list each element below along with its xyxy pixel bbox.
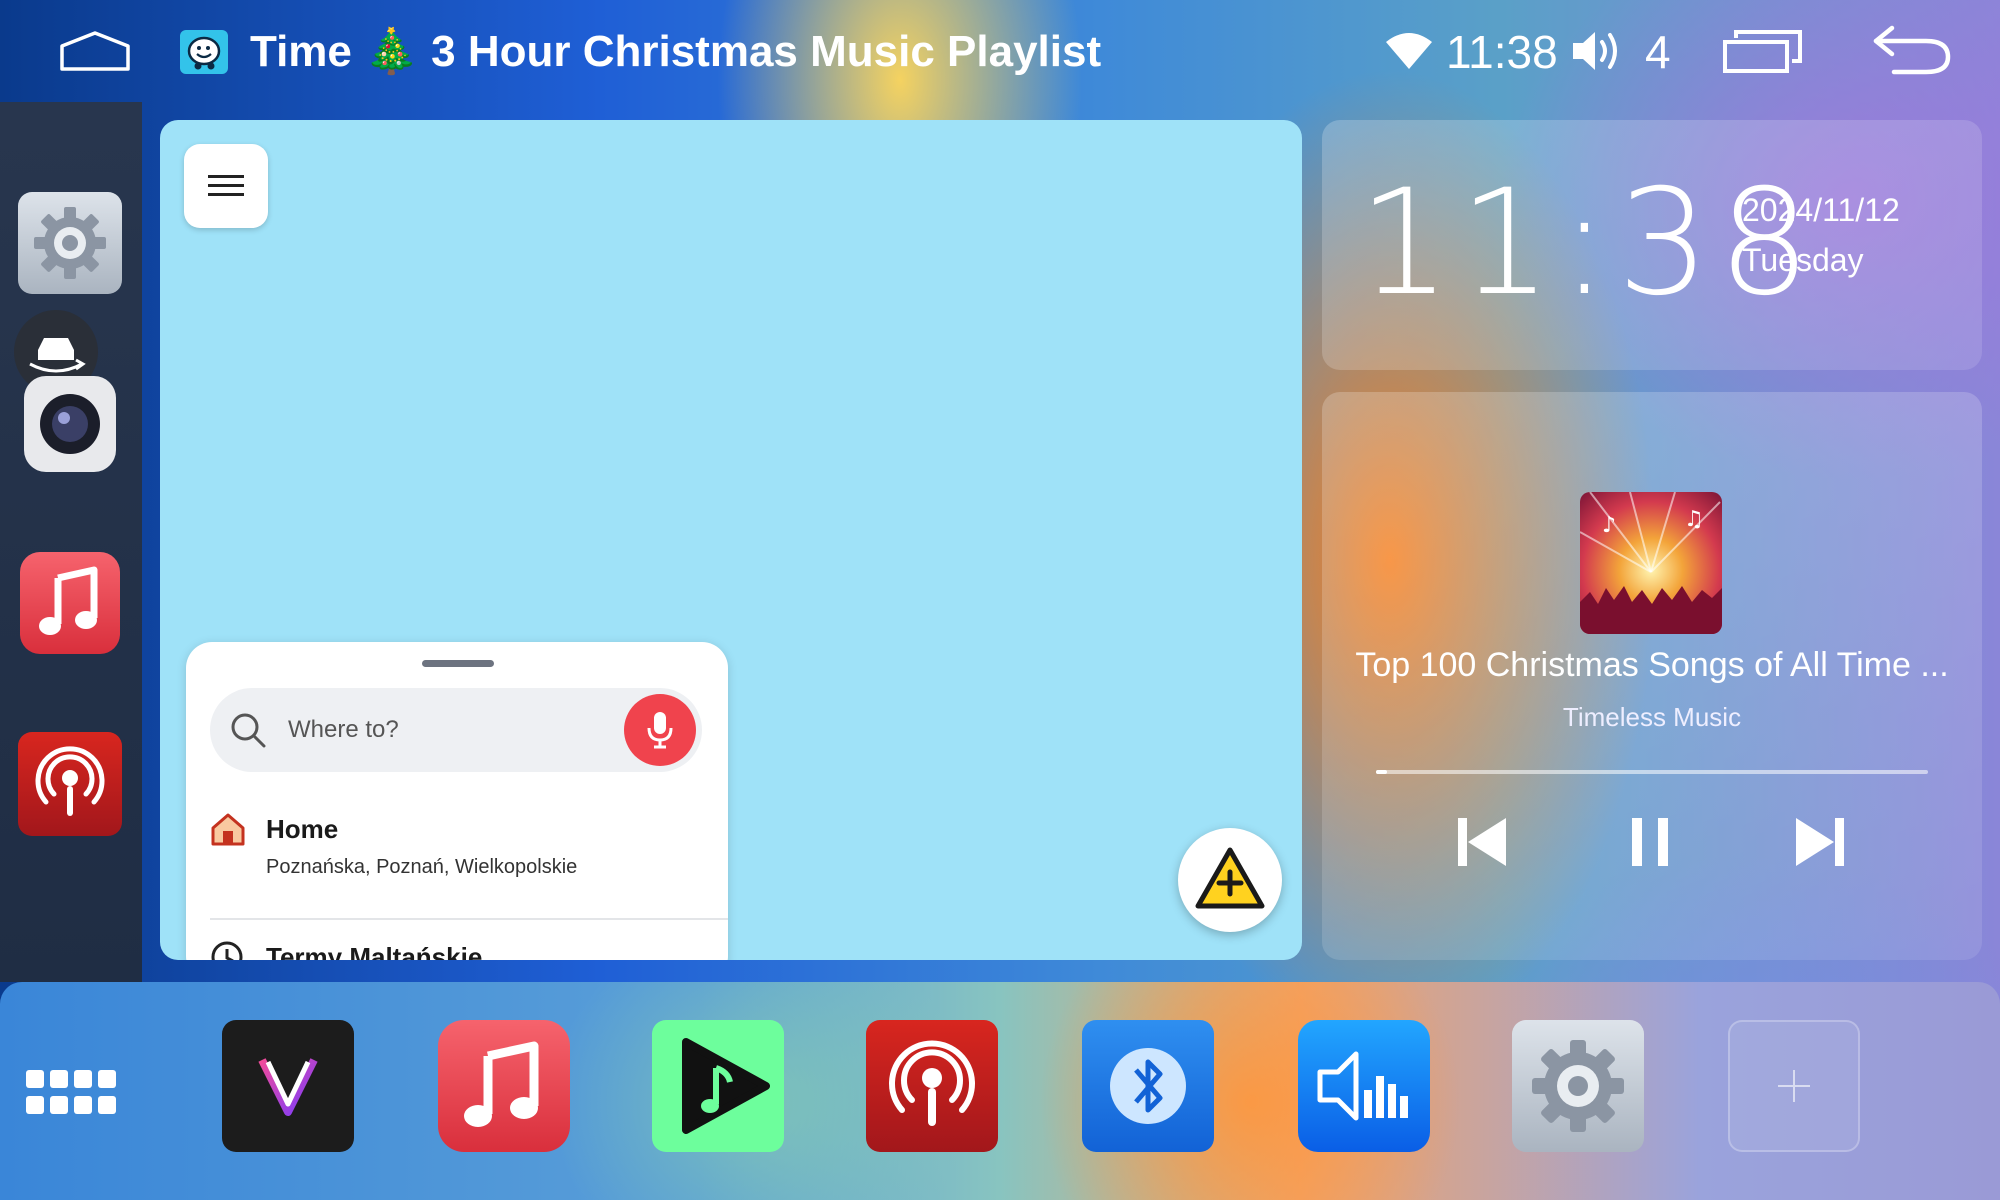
settings-icon[interactable] xyxy=(18,192,122,294)
podcast-icon[interactable] xyxy=(866,1020,998,1152)
history-icon xyxy=(211,941,243,960)
v-app-icon[interactable] xyxy=(222,1020,354,1152)
volume-icon[interactable] xyxy=(1570,28,1622,74)
album-art[interactable]: ♪ ♫ xyxy=(1580,492,1722,634)
back-icon[interactable] xyxy=(1870,24,1952,76)
music-widget[interactable]: ♪ ♫ Top 100 Christmas Songs of All Time … xyxy=(1322,392,1982,960)
track-artist: Timeless Music xyxy=(1562,702,1742,732)
music-icon[interactable] xyxy=(438,1020,570,1152)
app-dock xyxy=(0,982,2000,1200)
status-time: 11:38 xyxy=(1446,26,1558,78)
favorite-title: Home xyxy=(266,814,339,844)
mic-button[interactable] xyxy=(624,694,696,766)
waze-icon[interactable] xyxy=(180,30,228,74)
drag-handle[interactable] xyxy=(422,660,494,667)
favorite-home[interactable]: Home Poznańska, Poznań, Wielkopolskie xyxy=(210,812,730,902)
search-bar[interactable] xyxy=(210,688,702,772)
clock-widget[interactable]: 11:38 2024/11/12 Tuesday xyxy=(1322,120,1982,370)
add-app-button[interactable] xyxy=(1728,1020,1860,1152)
status-bar: Time 🎄 3 Hour Christmas Music Playlist 1… xyxy=(0,0,2000,102)
left-app-rail xyxy=(0,102,142,982)
search-icon xyxy=(231,713,266,748)
clock-date: 2024/11/12 xyxy=(1742,192,1900,228)
recent-apps-icon[interactable] xyxy=(1722,28,1804,74)
clock-day: Tuesday xyxy=(1742,242,1864,278)
destination-title: Termy Maltańskie xyxy=(266,942,483,960)
home-icon xyxy=(211,813,245,846)
bluetooth-icon[interactable] xyxy=(1082,1020,1214,1152)
now-playing-marquee: Time 🎄 3 Hour Christmas Music Playlist xyxy=(250,27,1102,76)
wifi-icon xyxy=(1386,33,1432,69)
menu-button[interactable] xyxy=(184,144,268,228)
play-music-icon[interactable] xyxy=(652,1020,784,1152)
favorite-address: Poznańska, Poznań, Wielkopolskie xyxy=(266,856,578,878)
podcast-icon[interactable] xyxy=(18,732,122,836)
report-hazard-icon xyxy=(1195,847,1265,909)
next-icon[interactable] xyxy=(1792,812,1852,872)
dashcam-icon[interactable] xyxy=(20,372,120,476)
mic-icon xyxy=(647,712,673,749)
music-icon[interactable] xyxy=(20,552,120,654)
pause-icon[interactable] xyxy=(1620,812,1680,872)
volume-level: 4 xyxy=(1645,26,1671,78)
navigation-map[interactable]: Home Poznańska, Poznań, Wielkopolskie Te… xyxy=(160,120,1302,960)
svg-text:♪: ♪ xyxy=(1602,513,1616,538)
app-grid-icon[interactable] xyxy=(26,1070,116,1116)
home-outline-icon[interactable] xyxy=(58,30,132,72)
menu-icon xyxy=(208,175,244,196)
equalizer-icon[interactable] xyxy=(1298,1020,1430,1152)
report-hazard-button[interactable] xyxy=(1178,828,1282,932)
progress-fill xyxy=(1376,770,1388,774)
add-icon xyxy=(1778,1070,1810,1102)
previous-icon[interactable] xyxy=(1450,812,1510,872)
search-input[interactable] xyxy=(288,688,608,772)
divider xyxy=(210,918,728,920)
recent-destination[interactable]: Termy Maltańskie xyxy=(210,940,730,960)
search-card: Home Poznańska, Poznań, Wielkopolskie Te… xyxy=(186,642,728,960)
settings-icon[interactable] xyxy=(1512,1020,1644,1152)
svg-text:♫: ♫ xyxy=(1684,507,1704,532)
playback-progress[interactable] xyxy=(1376,770,1928,774)
track-title: Top 100 Christmas Songs of All Time ... xyxy=(1355,646,1949,684)
